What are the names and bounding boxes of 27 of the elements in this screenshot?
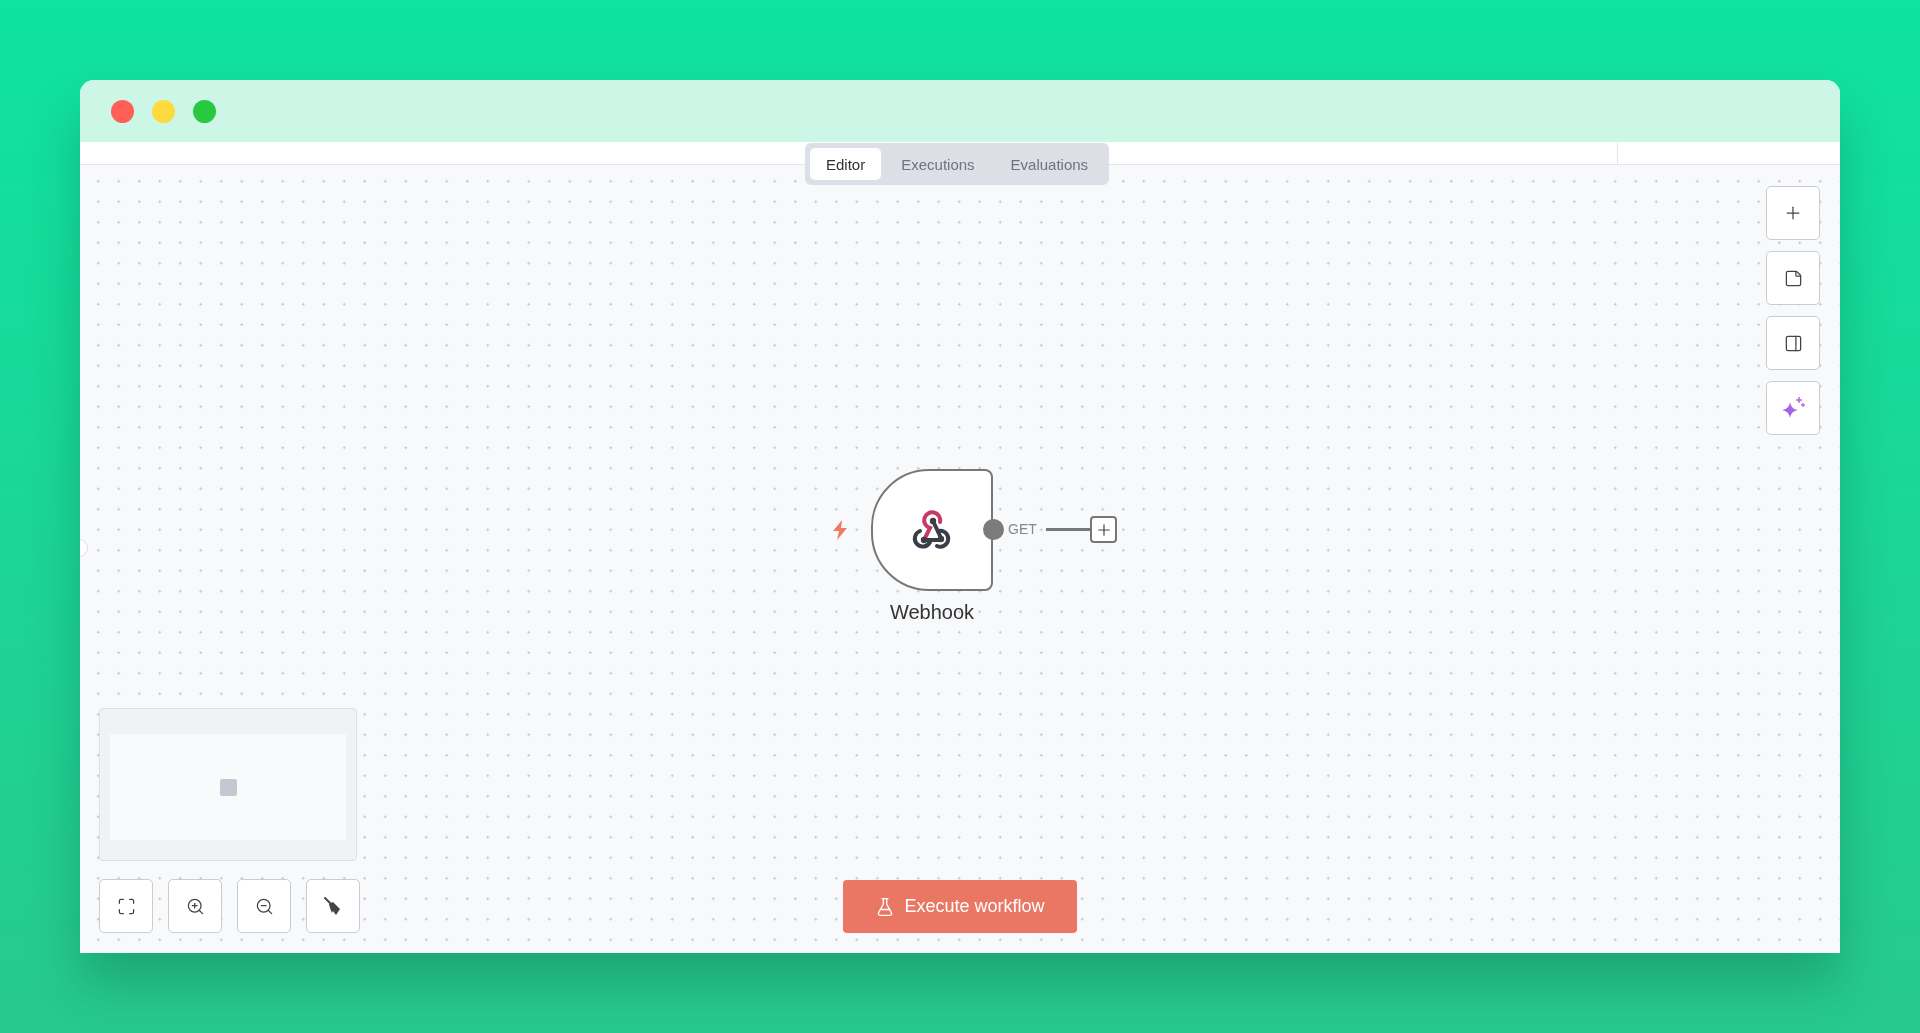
- add-node-button[interactable]: [1090, 516, 1117, 543]
- zoom-in-button[interactable]: [168, 879, 222, 933]
- tidy-up-button[interactable]: [306, 879, 360, 933]
- panel-icon: [1783, 333, 1803, 353]
- node-name: Webhook: [888, 601, 976, 624]
- note-icon: [1783, 268, 1803, 288]
- view-tab[interactable]: Executions: [885, 148, 991, 180]
- broom-icon: [323, 896, 343, 916]
- panel-button[interactable]: [1766, 316, 1820, 370]
- view-tab[interactable]: Evaluations: [994, 148, 1105, 180]
- fit-view-icon: [116, 896, 136, 916]
- window-control[interactable]: [111, 99, 134, 123]
- zoom-in-icon: [185, 896, 205, 916]
- zoom-out-icon: [254, 896, 274, 916]
- lightning-icon: [830, 519, 850, 541]
- webhook-node[interactable]: [871, 469, 993, 591]
- view-tab[interactable]: Editor: [810, 148, 882, 180]
- connector-line: [1046, 528, 1090, 531]
- sparkle-button[interactable]: [1766, 381, 1820, 435]
- minimap-node: [219, 778, 237, 796]
- output-label: GET: [1008, 521, 1037, 537]
- zoom-out-button[interactable]: [237, 879, 291, 933]
- window-control[interactable]: [193, 99, 216, 123]
- fit-view-button[interactable]: [99, 879, 153, 933]
- sticky-note-button[interactable]: [1766, 251, 1820, 305]
- add-button[interactable]: [1766, 186, 1820, 240]
- execute-workflow-button[interactable]: Execute workflow: [843, 880, 1077, 933]
